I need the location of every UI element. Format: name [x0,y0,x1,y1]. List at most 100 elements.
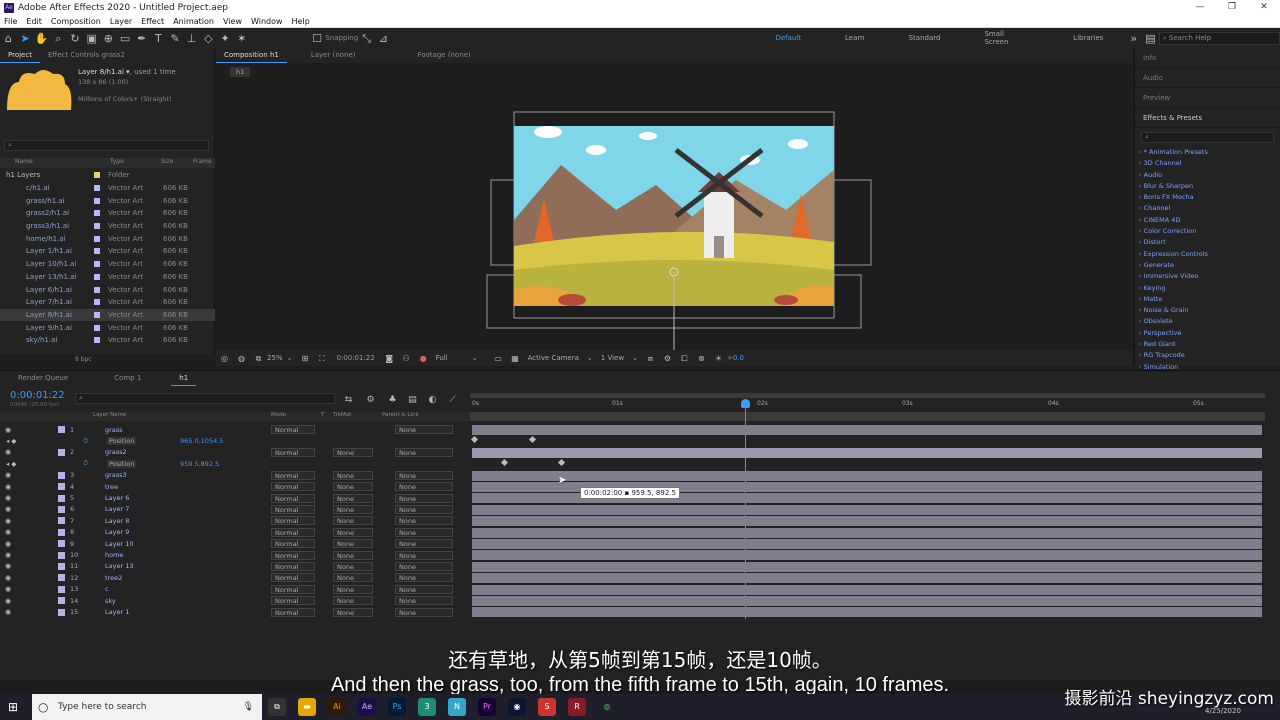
layer-mode-dropdown[interactable]: Normal [271,573,315,583]
layer-duration-bar[interactable] [472,470,1262,481]
time-navigator[interactable] [470,412,1265,421]
keyframe-nav-icon[interactable]: ◂ ◆ [6,437,16,445]
effect-category[interactable]: › CINEMA 4D [1135,215,1280,226]
timeline-layer-row[interactable]: ◉ 1 grass Normal None [0,424,470,435]
layer-mode-dropdown[interactable]: Normal [271,470,315,480]
stopwatch-icon[interactable]: ⏱ [83,437,88,446]
app-3-icon[interactable]: 3 [418,698,436,716]
layer-name[interactable]: grass2 [105,448,127,456]
timeline-layer-row[interactable]: ◉ 4 tree Normal None None [0,481,470,492]
layer-label-color[interactable] [58,574,65,582]
layer-mode-dropdown[interactable]: Normal [271,447,315,457]
layer-mode-dropdown[interactable]: Normal [271,482,315,492]
graph-editor-icon[interactable]: ⟋ [445,393,460,408]
snap-options-icon[interactable]: ⤡ [359,31,374,46]
effect-category[interactable]: › Perspective [1135,328,1280,339]
comp-breadcrumb[interactable]: h1 [230,67,251,77]
layer-duration-bar[interactable] [472,539,1262,549]
visibility-eye-icon[interactable]: ◉ [5,528,11,536]
layer-duration-bar[interactable] [472,596,1262,606]
close-button[interactable]: ✕ [1248,0,1280,15]
layer-mode-dropdown[interactable]: Normal [271,607,315,617]
project-item-row[interactable]: home/h1.ai Vector Art 606 KB [0,232,215,245]
project-item-row[interactable]: Layer 6/h1.ai Vector Art 606 KB [0,283,215,296]
layer-name[interactable]: grass3 [105,471,127,479]
effect-category[interactable]: › RG Trapcode [1135,350,1280,361]
premiere-icon[interactable]: Pr [478,698,496,716]
menu-layer[interactable]: Layer [110,17,132,26]
layer-mode-dropdown[interactable]: Normal [271,516,315,526]
project-item-row[interactable]: sky/h1.ai Vector Art 606 KB [0,334,215,347]
layer-label-color[interactable] [58,608,65,616]
timeline-timecode[interactable]: 0:00:01:22 [10,390,65,401]
col-parent[interactable]: Parent & Link [382,412,419,418]
composition-canvas[interactable] [486,110,878,358]
layer-parent-dropdown[interactable]: None [395,482,453,492]
exposure-value[interactable]: +0.0 [727,354,744,362]
tab-composition[interactable]: Composition h1 [216,48,287,63]
project-item-row[interactable]: Layer 10/h1.ai Vector Art 606 KB [0,258,215,271]
rectangle-tool-icon[interactable]: ▭ [118,31,133,46]
clone-stamp-tool-icon[interactable]: ⊥ [184,31,199,46]
effect-category[interactable]: › Color Correction [1135,226,1280,237]
effect-category[interactable]: › Immersive Video [1135,271,1280,282]
workspace-learn[interactable]: Learn [845,34,865,42]
effects-presets-header[interactable]: Effects & Presets [1135,108,1280,128]
position-property-row[interactable]: ◂ ◆ ⏱ Position 965.0,1054.5 [0,435,470,446]
rotate-tool-icon[interactable]: ↻ [68,31,83,46]
effect-category[interactable]: › Obsolete [1135,316,1280,327]
layer-parent-dropdown[interactable]: None [395,607,453,617]
workspace-small-screen[interactable]: Small Screen [984,30,1029,46]
timeline-layer-row[interactable]: ◉ 6 Layer 7 Normal None None [0,504,470,515]
layer-name[interactable]: home [105,551,123,559]
views-dropdown-icon[interactable]: ⌄ [632,354,638,362]
more-workspaces-icon[interactable]: » [1126,31,1141,46]
home-icon[interactable]: ⌂ [1,31,16,46]
layer-parent-dropdown[interactable]: None [395,470,453,480]
timeline-layer-row[interactable]: ◉ 9 Layer 10 Normal None None [0,538,470,549]
shy-layers-icon[interactable]: ♣ [385,393,400,408]
app-r-icon[interactable]: R [568,698,586,716]
layer-trkmat-dropdown[interactable]: None [333,607,373,617]
keyframe-icon[interactable] [500,459,509,467]
menu-effect[interactable]: Effect [141,17,164,26]
project-item-row[interactable]: c/h1.ai Vector Art 606 KB [0,182,215,195]
effect-category[interactable]: › Boris FX Mocha [1135,192,1280,203]
visibility-eye-icon[interactable]: ◉ [5,562,11,570]
brush-tool-icon[interactable]: ✎ [168,31,183,46]
project-item-row[interactable]: Layer 7/h1.ai Vector Art 606 KB [0,296,215,309]
cinema4d-icon[interactable]: ◉ [508,698,526,716]
menu-window[interactable]: Window [251,17,283,26]
maximize-button[interactable]: ❐ [1216,0,1248,15]
timeline-search-input[interactable]: ⌕ [75,393,335,404]
time-ruler[interactable]: 0s 01s 02s 03s 04s 05s [470,392,1265,421]
panel-toggle-icon[interactable]: ▤ [1143,31,1158,46]
toggle-pixel-aspect-icon[interactable]: ⧈ [643,351,658,366]
workspace-standard[interactable]: Standard [909,34,941,42]
layer-trkmat-dropdown[interactable]: None [333,584,373,594]
col-frame[interactable]: Frame [193,158,212,165]
col-trkmat[interactable]: TrkMat [333,412,351,418]
snapping-checkbox-icon[interactable]: ☐ [310,31,325,46]
tab-render-queue[interactable]: Render Queue [10,371,76,386]
layer-mode-dropdown[interactable]: Normal [271,584,315,594]
layer-name[interactable]: Layer 13 [105,562,133,570]
composition-mini-flowchart-icon[interactable]: ⇆ [341,393,356,408]
camera-tool-icon[interactable]: ▣ [84,31,99,46]
layer-duration-bar[interactable] [472,516,1262,527]
timeline-layer-row[interactable]: ◉ 2 grass2 Normal None None [0,447,470,458]
menu-composition[interactable]: Composition [51,17,101,26]
zoom-tool-icon[interactable]: ⌕ [51,31,66,46]
effect-category[interactable]: › Distort [1135,237,1280,248]
layer-name[interactable]: c [105,585,109,593]
layer-parent-dropdown[interactable]: None [395,596,453,606]
snap-edges-icon[interactable]: ⊿ [376,31,391,46]
layer-label-color[interactable] [58,562,65,570]
project-item-row[interactable]: Layer 1/h1.ai Vector Art 606 KB [0,245,215,258]
region-of-interest-icon[interactable]: ▭ [491,351,506,366]
layer-label-color[interactable] [58,448,65,456]
visibility-eye-icon[interactable]: ◉ [5,471,11,479]
layer-trkmat-dropdown[interactable]: None [333,561,373,571]
visibility-eye-icon[interactable]: ◉ [5,426,11,434]
layer-duration-bar[interactable] [472,527,1262,538]
